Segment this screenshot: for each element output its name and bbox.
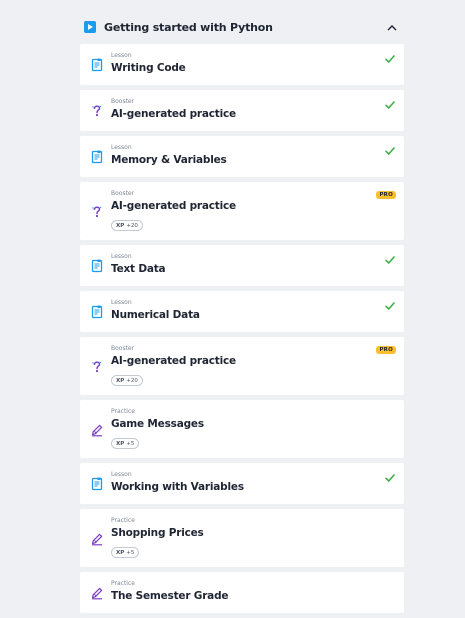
lesson-icon <box>90 258 104 273</box>
item-type-label: Lesson <box>111 299 132 306</box>
item-type-label: Booster <box>111 345 135 352</box>
item-type-label: Practice <box>111 580 135 587</box>
pro-badge: PRO <box>376 191 396 199</box>
xp-badge: XP +20 <box>111 220 143 231</box>
lesson-item[interactable]: Lesson Memory & Variables <box>80 136 404 177</box>
lesson-list: Lesson Writing Code Booster AI-generated pr… <box>80 44 404 613</box>
item-title: Memory & Variables <box>111 154 227 166</box>
item-title: Working with Variables <box>111 481 244 493</box>
item-title: Shopping Prices <box>111 527 204 539</box>
check-icon <box>384 297 396 310</box>
xp-value: +20 <box>126 377 138 384</box>
xp-label: XP <box>116 222 125 229</box>
lesson-item[interactable]: Booster AI-generated practice <box>80 90 404 131</box>
lesson-item[interactable]: Lesson Text Data <box>80 245 404 286</box>
item-title: AI-generated practice <box>111 200 236 212</box>
item-type-label: Lesson <box>111 52 132 59</box>
xp-badge: XP +5 <box>111 547 140 558</box>
item-type-label: Lesson <box>111 253 132 260</box>
course-section: Getting started with Python Lesson Writin… <box>80 14 404 618</box>
item-title: Game Messages <box>111 418 204 430</box>
booster-icon <box>90 204 104 218</box>
lesson-icon <box>90 57 104 72</box>
item-title: The Semester Grade <box>111 590 229 602</box>
lesson-item[interactable]: Booster AI-generated practice XP +20 PRO <box>80 337 404 395</box>
item-title: Text Data <box>111 263 166 275</box>
item-title: AI-generated practice <box>111 108 236 120</box>
xp-badge: XP +5 <box>111 438 140 449</box>
xp-label: XP <box>116 440 125 447</box>
item-type-label: Booster <box>111 98 135 105</box>
item-title: Writing Code <box>111 62 186 74</box>
lesson-icon <box>90 149 104 164</box>
lesson-item[interactable]: Lesson Writing Code <box>80 44 404 85</box>
practice-icon <box>90 585 104 600</box>
xp-value: +20 <box>126 222 138 229</box>
lesson-item[interactable]: Practice The Semester Grade <box>80 572 404 613</box>
lesson-item[interactable]: Lesson Working with Variables <box>80 463 404 504</box>
practice-icon <box>90 422 104 437</box>
item-type-label: Lesson <box>111 471 132 478</box>
item-type-label: Practice <box>111 517 135 524</box>
check-icon <box>384 50 396 63</box>
xp-label: XP <box>116 549 125 556</box>
lesson-item[interactable]: Practice Shopping Prices XP +5 <box>80 509 404 567</box>
lesson-item[interactable]: Lesson Numerical Data <box>80 291 404 332</box>
item-type-label: Lesson <box>111 144 132 151</box>
item-title: AI-generated practice <box>111 355 236 367</box>
item-type-label: Practice <box>111 408 135 415</box>
item-type-label: Booster <box>111 190 135 197</box>
lesson-item[interactable]: Practice Game Messages XP +5 <box>80 400 404 458</box>
lesson-icon <box>90 304 104 319</box>
check-icon <box>384 251 396 264</box>
lesson-icon <box>90 476 104 491</box>
booster-icon <box>90 359 104 373</box>
pro-badge: PRO <box>376 346 396 354</box>
section-header[interactable]: Getting started with Python <box>80 14 404 40</box>
xp-value: +5 <box>126 440 135 447</box>
lesson-item[interactable]: Booster AI-generated practice XP +20 PRO <box>80 182 404 240</box>
xp-badge: XP +20 <box>111 375 143 386</box>
xp-label: XP <box>116 377 125 384</box>
check-icon <box>384 96 396 109</box>
booster-icon <box>90 103 104 117</box>
play-icon <box>84 21 96 33</box>
practice-icon <box>90 531 104 546</box>
xp-value: +5 <box>126 549 135 556</box>
check-icon <box>384 142 396 155</box>
check-icon <box>384 469 396 482</box>
chevron-up-icon[interactable] <box>385 20 399 34</box>
item-title: Numerical Data <box>111 309 200 321</box>
section-title: Getting started with Python <box>104 20 273 34</box>
